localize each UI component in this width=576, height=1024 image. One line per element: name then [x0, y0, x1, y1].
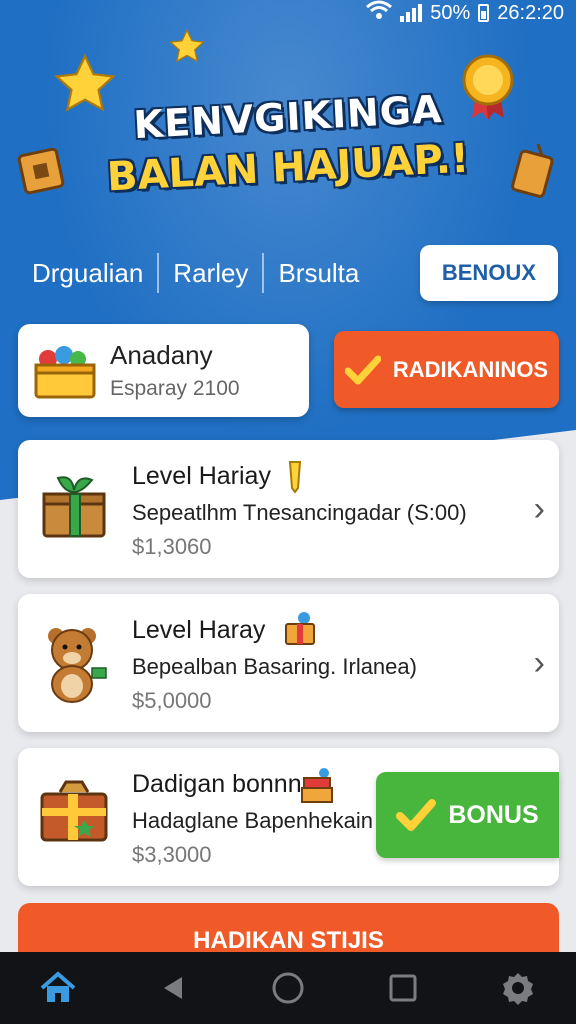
tab-rarley[interactable]: Rarley — [159, 252, 262, 294]
check-icon — [344, 355, 381, 384]
tab-brsulta[interactable]: Brsulta — [264, 252, 373, 294]
radikaninos-button[interactable]: RADIKANINOS — [334, 331, 559, 408]
bonus-button[interactable]: BONUS — [376, 772, 559, 858]
battery-icon — [478, 4, 490, 22]
item-name: Level Hariay — [132, 462, 271, 490]
item-description: Sepeatlhm Tnesancingadar (S:00) — [132, 500, 467, 525]
list-item[interactable]: Level Hariay Sepeatlhm Tnesancingadar (S… — [18, 440, 559, 578]
tab-drgualian[interactable]: Drgualian — [18, 252, 157, 294]
check-icon — [396, 799, 437, 831]
circle-home-icon[interactable] — [263, 963, 313, 1013]
treasure-box-icon — [38, 778, 110, 850]
gold-bar-icon — [288, 461, 302, 494]
radikaninos-label: RADIKANINOS — [392, 356, 549, 382]
small-star-icon — [169, 28, 205, 63]
list-item[interactable]: Level Haray Bepealban Basaring. Irlanea)… — [18, 594, 559, 732]
page-title: KENVGIKINGA BALAN HAJUAP.! — [0, 87, 576, 201]
status-bar: 50% 26:2:20 — [0, 0, 576, 26]
item-name: Dadigan bonnn — [132, 770, 302, 798]
summary-title: Anadany — [110, 340, 213, 370]
home-icon[interactable] — [33, 963, 83, 1013]
stacked-gifts-icon — [301, 768, 333, 803]
summary-card[interactable]: Anadany Esparay 2100 — [18, 324, 309, 417]
item-amount: $5,0000 — [132, 688, 212, 713]
bear-icon — [38, 624, 110, 703]
gift-box-icon — [38, 470, 110, 542]
wifi-icon — [366, 0, 393, 26]
chevron-right-icon[interactable]: › — [534, 644, 545, 683]
recents-icon[interactable] — [378, 963, 428, 1013]
summary-subtitle: Esparay 2100 — [110, 377, 240, 400]
system-nav-bar — [0, 952, 576, 1024]
signal-icon — [400, 4, 423, 22]
settings-icon[interactable] — [493, 963, 543, 1013]
clock: 26:2:20 — [497, 1, 564, 24]
item-description: Hadaglane Bapenhekain — [132, 808, 373, 833]
chevron-right-icon[interactable]: › — [534, 490, 545, 529]
gift-basket-icon — [34, 345, 96, 398]
tab-bar: Drgualian Rarley Brsulta BENOUX — [18, 245, 558, 301]
battery-percent: 50% — [430, 1, 471, 24]
tab-benoux[interactable]: BENOUX — [419, 245, 558, 301]
item-description: Bepealban Basaring. Irlanea) — [132, 654, 417, 679]
back-icon[interactable] — [148, 963, 198, 1013]
hadikan-stijis-label: HADIKAN STIJIS — [193, 927, 384, 954]
item-name: Level Haray — [132, 616, 266, 644]
item-amount: $1,3060 — [132, 534, 212, 559]
item-amount: $3,3000 — [132, 842, 212, 867]
small-gift-icon — [285, 612, 315, 645]
bonus-label: BONUS — [448, 800, 539, 829]
